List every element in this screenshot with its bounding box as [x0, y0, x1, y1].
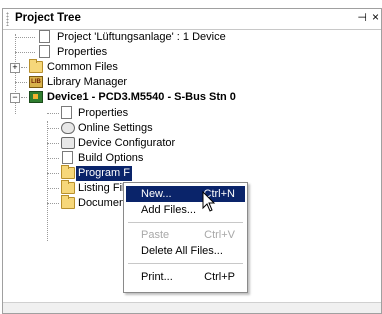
tree-item-label: Library Manager — [47, 76, 128, 88]
tree-item-build-options[interactable]: Build Options — [3, 151, 363, 166]
expand-icon[interactable]: + — [10, 63, 20, 73]
tree-item-properties[interactable]: Properties — [3, 45, 363, 60]
folder-icon — [61, 165, 75, 179]
folder-icon — [29, 59, 43, 73]
pin-icon[interactable]: ⊣ — [357, 11, 367, 24]
configurator-icon — [61, 137, 75, 149]
build-options-icon — [62, 151, 73, 164]
tree-item-label: Device1 - PCD3.M5540 - S-Bus Stn 0 — [47, 91, 236, 103]
tree-item-label: Device Configurator — [78, 137, 176, 149]
tree-item-label: Online Settings — [78, 122, 153, 134]
menu-item-label: New... — [141, 188, 172, 200]
properties-icon — [61, 106, 72, 119]
tree-item-library-manager[interactable]: LIB Library Manager — [3, 75, 363, 90]
folder-icon — [61, 180, 75, 194]
project-icon — [39, 30, 50, 43]
menu-item-shortcut: Ctrl+V — [204, 229, 235, 241]
context-menu: New... Ctrl+N Add Files... Paste Ctrl+V … — [123, 182, 248, 293]
tree-item-program-files[interactable]: Program F — [3, 165, 363, 181]
tree-item-label: Build Options — [78, 152, 144, 164]
menu-item-label: Print... — [141, 271, 173, 283]
menu-item-label: Add Files... — [141, 204, 197, 216]
menu-separator — [128, 263, 243, 264]
tree-item-common-files[interactable]: + Common Files — [3, 59, 363, 75]
panel-title: Project Tree — [15, 12, 81, 24]
folder-icon — [61, 195, 75, 209]
collapse-icon[interactable]: − — [10, 93, 20, 103]
menu-item-shortcut: Ctrl+P — [204, 271, 235, 283]
horizontal-scrollbar[interactable] — [3, 302, 381, 313]
menu-item-new[interactable]: New... Ctrl+N — [126, 186, 245, 202]
tree-item-label: Properties — [57, 46, 108, 58]
menu-item-print[interactable]: Print... Ctrl+P — [126, 269, 245, 285]
tree-item-device-configurator[interactable]: Device Configurator — [3, 136, 363, 151]
menu-item-label: Delete All Files... — [141, 245, 223, 257]
drag-grip-icon[interactable] — [6, 12, 9, 26]
tree-item-label: Program F — [76, 166, 132, 181]
device-icon — [29, 91, 43, 103]
tree-item-label: Project 'Lüftungsanlage' : 1 Device — [57, 31, 226, 43]
menu-item-label: Paste — [141, 229, 170, 241]
tree-item-device[interactable]: − Device1 - PCD3.M5540 - S-Bus Stn 0 — [3, 90, 363, 105]
menu-item-add-files[interactable]: Add Files... — [126, 202, 245, 218]
tree-item-label: Properties — [78, 107, 129, 119]
online-settings-icon — [61, 122, 75, 134]
menu-item-paste[interactable]: Paste Ctrl+V — [126, 227, 245, 243]
mouse-cursor-icon — [202, 191, 216, 212]
tree-item-device-properties[interactable]: Properties — [3, 106, 363, 121]
panel-titlebar[interactable]: Project Tree ⊣ × — [3, 9, 381, 30]
library-icon: LIB — [29, 76, 43, 88]
menu-separator — [128, 222, 243, 223]
close-icon[interactable]: × — [372, 10, 379, 24]
properties-icon — [39, 45, 50, 58]
tree-item-project[interactable]: Project 'Lüftungsanlage' : 1 Device — [3, 30, 363, 45]
tree-item-online-settings[interactable]: Online Settings — [3, 121, 363, 136]
tree-item-label: Common Files — [47, 61, 118, 73]
menu-item-delete-all-files[interactable]: Delete All Files... — [126, 243, 245, 259]
